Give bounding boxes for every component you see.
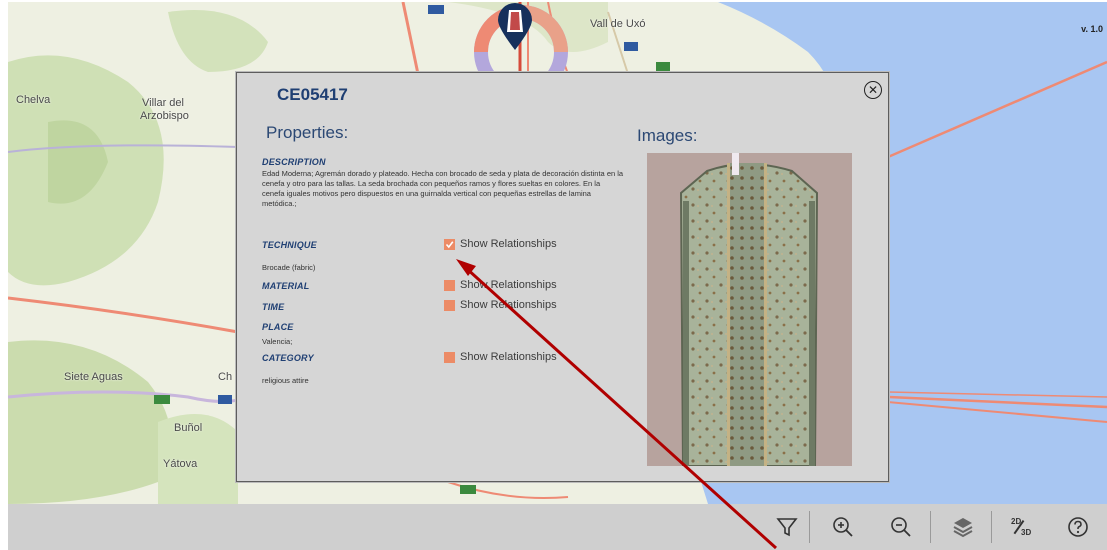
images-heading: Images: [637, 126, 698, 145]
3d-label: 3D [1021, 528, 1032, 537]
checkbox-unchecked-icon [444, 351, 455, 363]
map-label-villar-del: Villar del [142, 97, 184, 109]
map-label-bunol: Buñol [174, 422, 203, 434]
category-label: CATEGORY [262, 353, 314, 363]
map-label-siete-aguas: Siete Aguas [64, 371, 123, 383]
zoom-out-button[interactable] [886, 512, 916, 542]
show-relationships-label: Show Relationships [460, 351, 557, 363]
filter-button[interactable] [772, 512, 802, 542]
description-label: DESCRIPTION [262, 157, 326, 167]
toolbar-divider [930, 511, 931, 543]
version-label: v. 1.0 [1081, 24, 1103, 34]
item-image[interactable] [647, 153, 852, 466]
2d-3d-icon: 2D 3D [1010, 515, 1034, 539]
category-show-relationships-checkbox[interactable]: Show Relationships [444, 351, 557, 363]
place-value: Valencia; [262, 337, 293, 346]
material-label: MATERIAL [262, 281, 310, 291]
technique-show-relationships-checkbox[interactable]: Show Relationships [444, 238, 557, 250]
place-label: PLACE [262, 322, 294, 332]
show-relationships-label: Show Relationships [460, 238, 557, 250]
chasuble-photo [647, 153, 852, 466]
map-label-vall-de-uxo: Vall de Uxó [590, 18, 646, 30]
toolbar-divider [809, 511, 810, 543]
zoom-in-button[interactable] [828, 512, 858, 542]
help-icon [1068, 517, 1088, 537]
map-label-arzobispo: Arzobispo [140, 110, 189, 122]
bottom-toolbar: 2D 3D [8, 504, 1107, 550]
map-label-yatova: Yátova [163, 458, 198, 470]
map-pin-icon[interactable] [494, 2, 536, 52]
description-value: Edad Moderna; Agremán dorado y plateado.… [262, 169, 624, 208]
checkbox-unchecked-icon [444, 299, 455, 311]
technique-label: TECHNIQUE [262, 240, 317, 250]
category-value: religious attire [262, 376, 309, 385]
zoom-in-icon [833, 517, 853, 537]
material-show-relationships-checkbox[interactable]: Show Relationships [444, 279, 557, 291]
properties-heading: Properties: [266, 123, 349, 142]
map-label-ch: Ch [218, 371, 233, 383]
layers-button[interactable] [948, 512, 978, 542]
map-label-chelva: Chelva [16, 94, 51, 106]
filter-icon [776, 518, 798, 537]
item-details-dialog: CE05417 ✕ Properties: Images: DESCRIPTIO… [236, 72, 889, 482]
checkbox-unchecked-icon [444, 279, 455, 291]
toolbar-divider [991, 511, 992, 543]
time-show-relationships-checkbox[interactable]: Show Relationships [444, 299, 557, 311]
technique-value: Brocade (fabric) [262, 263, 316, 272]
checkbox-checked-icon [444, 238, 455, 250]
2d-3d-toggle-button[interactable]: 2D 3D [1007, 512, 1037, 542]
zoom-out-icon [891, 517, 911, 537]
show-relationships-label: Show Relationships [460, 299, 557, 311]
layers-icon [953, 518, 973, 538]
show-relationships-label: Show Relationships [460, 279, 557, 291]
time-label: TIME [262, 302, 285, 312]
close-button[interactable]: ✕ [864, 81, 882, 99]
help-button[interactable] [1063, 512, 1093, 542]
item-title: CE05417 [277, 85, 348, 104]
close-icon: ✕ [867, 83, 879, 97]
